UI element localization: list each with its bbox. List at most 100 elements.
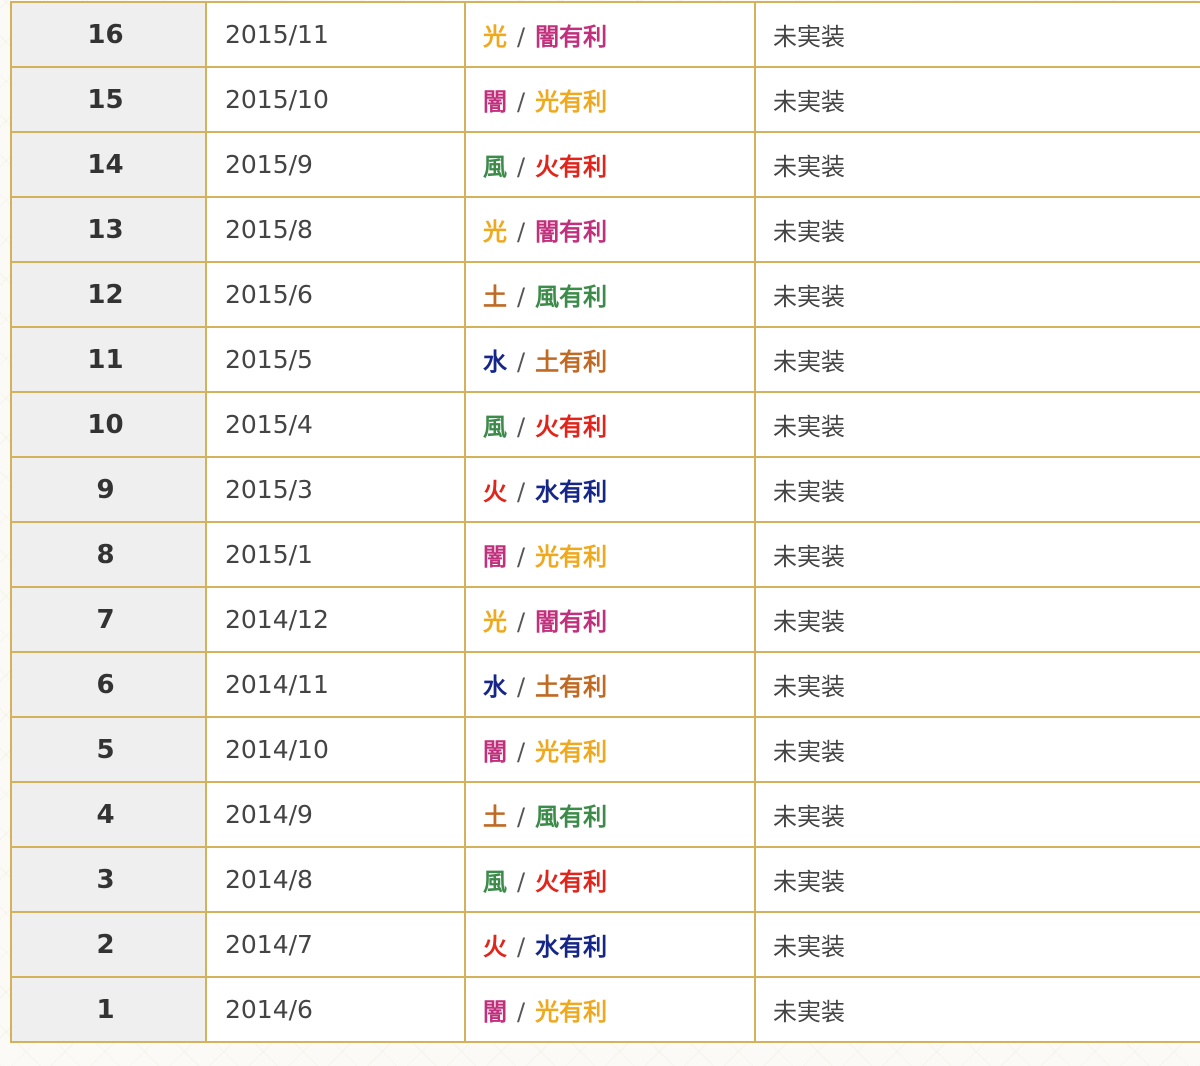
row-number: 3: [10, 846, 207, 913]
table-row: 12 2015/6 土 / 風有利 未実装: [10, 261, 1200, 328]
attribute-element: 火: [483, 933, 507, 961]
table-row: 4 2014/9 土 / 風有利 未実装: [10, 781, 1200, 848]
row-date: 2015/10: [205, 66, 466, 133]
row-number: 15: [10, 66, 207, 133]
advantage-element: 水有利: [535, 933, 608, 961]
row-status: 未実装: [754, 261, 1200, 328]
row-number: 13: [10, 196, 207, 263]
row-attribute: 水 / 土有利: [464, 326, 756, 393]
row-status: 未実装: [754, 846, 1200, 913]
attribute-element: 闇: [483, 543, 507, 571]
row-number: 14: [10, 131, 207, 198]
table-row: 9 2015/3 火 / 水有利 未実装: [10, 456, 1200, 523]
attribute-separator: /: [517, 413, 526, 441]
row-date: 2014/11: [205, 651, 466, 718]
row-date: 2015/1: [205, 521, 466, 588]
advantage-element: 風有利: [535, 283, 608, 311]
row-status: 未実装: [754, 456, 1200, 523]
row-date: 2014/10: [205, 716, 466, 783]
attribute-separator: /: [517, 88, 526, 116]
row-attribute: 水 / 土有利: [464, 651, 756, 718]
attribute-element: 闇: [483, 998, 507, 1026]
advantage-element: 土有利: [535, 348, 608, 376]
attribute-separator: /: [517, 738, 526, 766]
attribute-element: 光: [483, 23, 507, 51]
advantage-element: 光有利: [535, 88, 608, 116]
row-attribute: 土 / 風有利: [464, 781, 756, 848]
row-status: 未実装: [754, 716, 1200, 783]
table-row: 11 2015/5 水 / 土有利 未実装: [10, 326, 1200, 393]
row-date: 2014/9: [205, 781, 466, 848]
advantage-element: 光有利: [535, 543, 608, 571]
advantage-element: 光有利: [535, 738, 608, 766]
row-number: 8: [10, 521, 207, 588]
table-row: 16 2015/11 光 / 闇有利 未実装: [10, 1, 1200, 68]
row-status: 未実装: [754, 911, 1200, 978]
row-date: 2015/6: [205, 261, 466, 328]
row-status: 未実装: [754, 586, 1200, 653]
table-body: 1 6 2015/11 光 / 闇有利 未実装 15 2015/10 闇 / 光有利 未実…: [10, 1, 1200, 1043]
row-status: 未実装: [754, 976, 1200, 1043]
advantage-element: 火有利: [535, 413, 608, 441]
row-attribute: 光 / 闇有利: [464, 586, 756, 653]
attribute-element: 風: [483, 868, 507, 896]
attribute-separator: /: [517, 23, 526, 51]
attribute-separator: /: [517, 348, 526, 376]
row-date: 2014/6: [205, 976, 466, 1043]
row-attribute: 風 / 火有利: [464, 846, 756, 913]
attribute-element: 火: [483, 478, 507, 506]
row-status: 未実装: [754, 1, 1200, 68]
row-attribute: 闇 / 光有利: [464, 976, 756, 1043]
row-date: 2014/12: [205, 586, 466, 653]
row-date: 2015/5: [205, 326, 466, 393]
attribute-element: 闇: [483, 738, 507, 766]
attribute-element: 光: [483, 218, 507, 246]
attribute-element: 風: [483, 153, 507, 181]
attribute-element: 光: [483, 608, 507, 636]
table-row: 2 2014/7 火 / 水有利 未実装: [10, 911, 1200, 978]
attribute-separator: /: [517, 608, 526, 636]
attribute-separator: /: [517, 478, 526, 506]
row-status: 未実装: [754, 651, 1200, 718]
table-row: 3 2014/8 風 / 火有利 未実装: [10, 846, 1200, 913]
attribute-element: 土: [483, 283, 507, 311]
advantage-element: 水有利: [535, 478, 608, 506]
table-row: 13 2015/8 光 / 闇有利 未実装: [10, 196, 1200, 263]
row-status: 未実装: [754, 521, 1200, 588]
row-number: 9: [10, 456, 207, 523]
table-row: 5 2014/10 闇 / 光有利 未実装: [10, 716, 1200, 783]
row-status: 未実装: [754, 326, 1200, 393]
advantage-element: 闇有利: [535, 23, 608, 51]
row-attribute: 風 / 火有利: [464, 131, 756, 198]
row-status: 未実装: [754, 781, 1200, 848]
attribute-element: 闇: [483, 88, 507, 116]
row-date: 2015/3: [205, 456, 466, 523]
attribute-element: 水: [483, 673, 507, 701]
row-number: 5: [10, 716, 207, 783]
row-number: 1: [10, 976, 207, 1043]
table-row: 10 2015/4 風 / 火有利 未実装: [10, 391, 1200, 458]
row-date: 2014/8: [205, 846, 466, 913]
table-row: 8 2015/1 闇 / 光有利 未実装: [10, 521, 1200, 588]
row-number: 6: [10, 651, 207, 718]
table-row: 14 2015/9 風 / 火有利 未実装: [10, 131, 1200, 198]
event-history-table-wrapper: 1 6 2015/11 光 / 闇有利 未実装 15 2015/10 闇 / 光有利 未実…: [10, 1, 1200, 1043]
row-date: 2015/4: [205, 391, 466, 458]
row-number: 2: [10, 911, 207, 978]
row-status: 未実装: [754, 66, 1200, 133]
row-status: 未実装: [754, 196, 1200, 263]
row-date: 2015/11: [205, 1, 466, 68]
advantage-element: 光有利: [535, 998, 608, 1026]
attribute-element: 風: [483, 413, 507, 441]
attribute-separator: /: [517, 868, 526, 896]
row-attribute: 火 / 水有利: [464, 911, 756, 978]
attribute-separator: /: [517, 673, 526, 701]
table-row: 1 2014/6 闇 / 光有利 未実装: [10, 976, 1200, 1043]
attribute-separator: /: [517, 543, 526, 571]
advantage-element: 火有利: [535, 153, 608, 181]
row-number: 4: [10, 781, 207, 848]
table-row: 15 2015/10 闇 / 光有利 未実装: [10, 66, 1200, 133]
advantage-element: 風有利: [535, 803, 608, 831]
row-attribute: 風 / 火有利: [464, 391, 756, 458]
attribute-separator: /: [517, 998, 526, 1026]
